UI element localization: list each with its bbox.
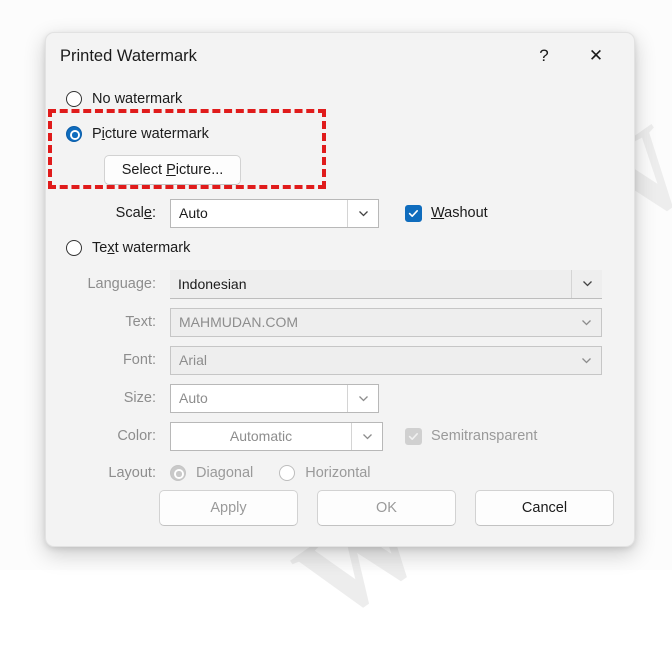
ok-button-label: OK <box>376 500 397 516</box>
language-combobox[interactable]: Indonesian <box>170 270 602 299</box>
checkbox-indicator-semitransparent <box>405 428 422 445</box>
scale-row: Scale: Auto Washout <box>60 196 620 230</box>
select-picture-button[interactable]: Select Picture... <box>104 155 241 185</box>
font-row: Font: Arial <box>60 343 620 377</box>
text-combobox[interactable]: MAHMUDAN.COM <box>170 308 602 337</box>
dialog-title: Printed Watermark <box>60 47 197 66</box>
font-combobox[interactable]: Arial <box>170 346 602 375</box>
chevron-down-icon[interactable] <box>351 423 382 450</box>
size-label: Size: <box>60 390 170 406</box>
radio-picture-watermark[interactable]: Picture watermark <box>66 122 620 146</box>
language-row: Language: Indonesian <box>60 267 620 301</box>
radio-layout-diagonal[interactable]: Diagonal <box>170 461 253 485</box>
layout-row: Layout: Diagonal Horizontal <box>60 456 620 490</box>
dialog-footer: Apply OK Cancel <box>46 490 634 526</box>
select-picture-label: Select Picture... <box>122 162 224 178</box>
help-icon[interactable]: ? <box>526 41 562 71</box>
radio-layout-horizontal[interactable]: Horizontal <box>279 461 370 485</box>
text-label: Text: <box>60 314 170 330</box>
radio-label-diagonal: Diagonal <box>196 465 253 481</box>
layout-label: Layout: <box>60 465 170 481</box>
size-row: Size: Auto <box>60 381 620 415</box>
scale-label: Scale: <box>60 205 170 221</box>
washout-checkbox[interactable]: Washout <box>405 205 488 222</box>
checkbox-indicator-washout <box>405 205 422 222</box>
apply-button-label: Apply <box>210 500 246 516</box>
radio-indicator-diagonal <box>170 465 186 481</box>
chevron-down-icon[interactable] <box>347 385 378 412</box>
color-value: Automatic <box>171 423 351 450</box>
radio-text-watermark[interactable]: Text watermark <box>66 236 620 260</box>
close-glyph: ✕ <box>589 46 603 66</box>
language-value: Indonesian <box>170 270 571 298</box>
font-label: Font: <box>60 352 170 368</box>
color-combobox[interactable]: Automatic <box>170 422 383 451</box>
size-value: Auto <box>171 385 347 412</box>
chevron-down-icon[interactable] <box>571 309 601 336</box>
dialog-titlebar: Printed Watermark ? ✕ <box>46 33 634 85</box>
printed-watermark-dialog: Printed Watermark ? ✕ No watermark Pictu… <box>45 32 635 547</box>
radio-indicator-text-watermark <box>66 240 82 256</box>
cancel-button-label: Cancel <box>522 500 567 516</box>
radio-indicator-no-watermark <box>66 91 82 107</box>
cancel-button[interactable]: Cancel <box>475 490 614 526</box>
ok-button[interactable]: OK <box>317 490 456 526</box>
radio-label-text-watermark: Text watermark <box>92 240 190 256</box>
chevron-down-icon[interactable] <box>571 270 602 298</box>
radio-no-watermark[interactable]: No watermark <box>66 87 620 111</box>
radio-indicator-picture-watermark <box>66 126 82 142</box>
dialog-body: No watermark Picture watermark Select Pi… <box>46 87 634 490</box>
washout-label: Washout <box>431 205 488 221</box>
chevron-down-icon[interactable] <box>571 347 601 374</box>
apply-button[interactable]: Apply <box>159 490 298 526</box>
chevron-down-icon[interactable] <box>347 200 378 227</box>
color-row: Color: Automatic Semitransparent <box>60 419 620 453</box>
semitransparent-checkbox[interactable]: Semitransparent <box>405 428 537 445</box>
radio-label-horizontal: Horizontal <box>305 465 370 481</box>
font-value: Arial <box>171 347 571 374</box>
scale-combobox[interactable]: Auto <box>170 199 379 228</box>
color-label: Color: <box>60 428 170 444</box>
radio-label-no-watermark: No watermark <box>92 91 182 107</box>
radio-indicator-horizontal <box>279 465 295 481</box>
help-glyph: ? <box>539 46 548 66</box>
scale-value: Auto <box>171 200 347 227</box>
close-icon[interactable]: ✕ <box>578 41 614 71</box>
text-row: Text: MAHMUDAN.COM <box>60 305 620 339</box>
language-label: Language: <box>60 276 170 292</box>
semitransparent-label: Semitransparent <box>431 428 537 444</box>
text-value: MAHMUDAN.COM <box>171 309 571 336</box>
size-combobox[interactable]: Auto <box>170 384 379 413</box>
radio-label-picture-watermark: Picture watermark <box>92 126 209 142</box>
